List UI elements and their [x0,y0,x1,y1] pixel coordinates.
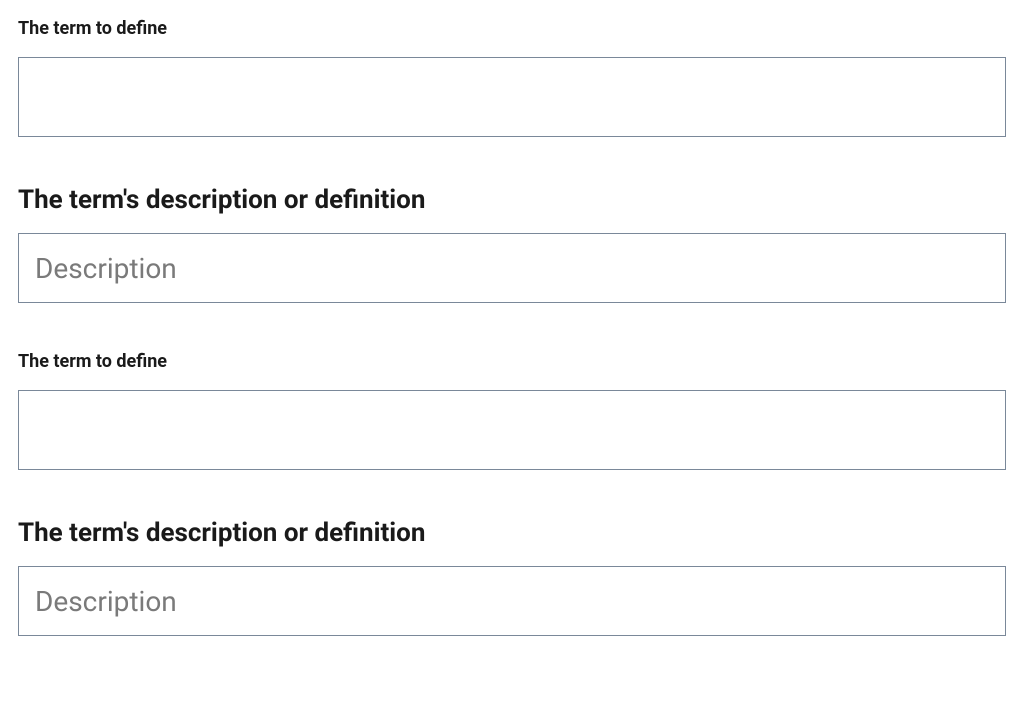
term-group-0: The term to define [18,18,1006,137]
term-group-1: The term to define [18,351,1006,470]
description-input[interactable] [18,566,1006,636]
term-input[interactable] [18,390,1006,470]
description-input[interactable] [18,233,1006,303]
term-label: The term to define [18,351,1006,372]
description-label: The term's description or definition [18,185,1006,215]
description-group-0: The term's description or definition [18,185,1006,303]
description-group-1: The term's description or definition [18,518,1006,636]
term-label: The term to define [18,18,1006,39]
description-label: The term's description or definition [18,518,1006,548]
term-input[interactable] [18,57,1006,137]
